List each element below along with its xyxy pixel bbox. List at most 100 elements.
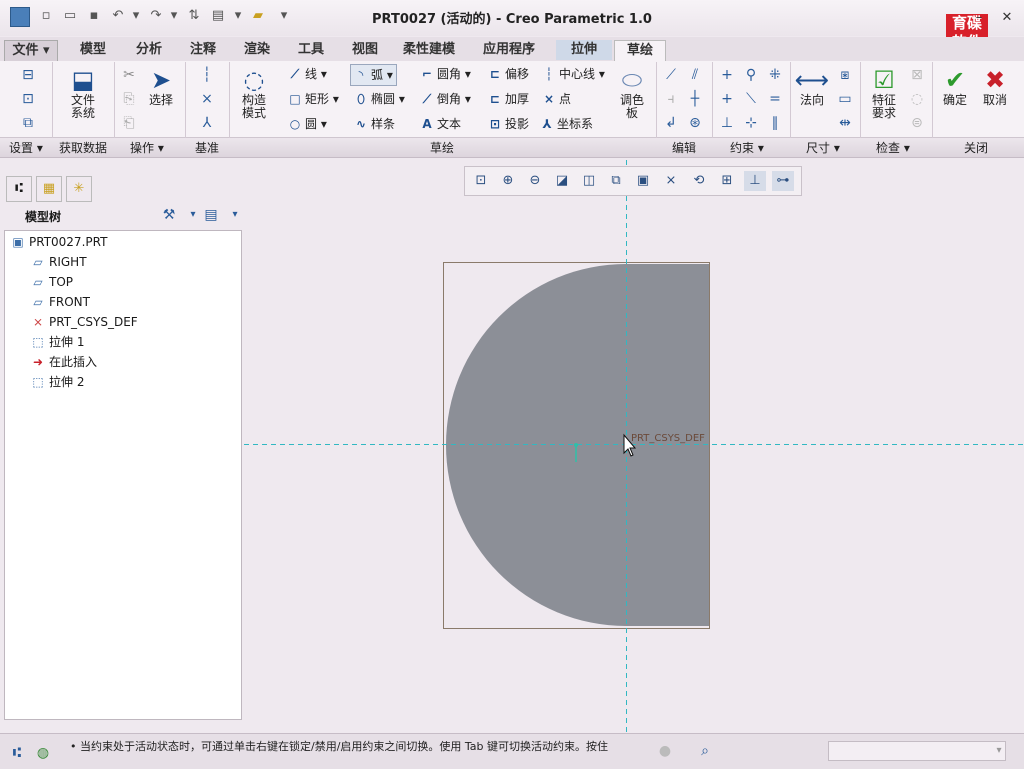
highlight-open-ends-icon[interactable]: ◌ — [908, 90, 926, 108]
paste-icon[interactable]: ⎗ — [120, 114, 138, 132]
tab-model[interactable]: 模型 — [64, 40, 122, 60]
graphics-area[interactable]: PRT_CSYS_DEF — [244, 160, 1024, 732]
circle-button[interactable]: ○ 圆 ▾ — [288, 114, 327, 134]
tab-render[interactable]: 渲染 — [230, 40, 284, 60]
corner-icon[interactable]: ┼ — [686, 90, 704, 108]
spline-button[interactable]: ∿ 样条 — [354, 114, 395, 134]
ok-button[interactable]: ✔ 确定 — [938, 66, 972, 107]
cut-icon[interactable]: ✂ — [120, 66, 138, 84]
mirror-icon[interactable]: ⫞ — [662, 90, 680, 108]
centerline-button[interactable]: ┆ 中心线 ▾ — [542, 64, 604, 84]
datum-display-icon[interactable]: ⨯ — [660, 171, 682, 191]
display-style-icon[interactable]: ◫ — [578, 171, 600, 191]
navigator-toggle-icon[interactable]: ⑆ — [8, 744, 26, 762]
group-operations[interactable]: 操作 ▾ — [130, 140, 164, 156]
zoom-in-icon[interactable]: ⊕ — [497, 171, 519, 191]
divide-icon[interactable]: ⫽ — [686, 66, 704, 84]
point-datum-icon[interactable]: × — [198, 90, 216, 108]
parallel-constraint-icon[interactable]: ∥ — [766, 114, 784, 132]
repaint-icon[interactable]: ◪ — [551, 171, 573, 191]
filter-dropdown-icon[interactable]: ▾ — [990, 742, 1008, 760]
centerline-datum-icon[interactable]: ┆ — [198, 66, 216, 84]
shade-closed-loops-icon[interactable]: ⊜ — [908, 114, 926, 132]
show-menu-dropdown-icon[interactable]: ▾ — [226, 206, 244, 224]
tree-item-csys[interactable]: ⨯ PRT_CSYS_DEF — [30, 312, 138, 332]
tree-item-top[interactable]: ▱ TOP — [30, 272, 73, 292]
model-tree-tab[interactable]: ⑆ — [6, 176, 32, 202]
tree-settings-dropdown-icon[interactable]: ▾ — [184, 206, 202, 224]
tree-item-part[interactable]: ▣ PRT0027.PRT — [10, 232, 107, 252]
find-icon[interactable]: ⌕ — [696, 742, 714, 760]
sketch-setup-icon[interactable]: ⊟ — [19, 66, 37, 84]
fillet-button[interactable]: ⌐ 圆角 ▾ — [420, 64, 471, 84]
group-setup[interactable]: 设置 ▾ — [9, 140, 43, 156]
group-dimension[interactable]: 尺寸 ▾ — [806, 140, 840, 156]
tab-annotate[interactable]: 注释 — [176, 40, 230, 60]
show-menu-icon[interactable]: ▤ — [202, 206, 220, 224]
perimeter-icon[interactable]: ⧆ — [836, 66, 854, 84]
tab-flexible-modeling[interactable]: 柔性建模 — [392, 40, 466, 60]
point-button[interactable]: × 点 — [542, 89, 571, 109]
zoom-out-icon[interactable]: ⊖ — [524, 171, 546, 191]
construct-mode-button[interactable]: ◌ 构造 模式 — [234, 66, 274, 120]
ellipse-button[interactable]: ⬯ 椭圆 ▾ — [354, 89, 405, 109]
tab-analysis[interactable]: 分析 — [122, 40, 176, 60]
normal-dimension-button[interactable]: ⟷ 法向 — [794, 66, 830, 107]
view-manager-icon[interactable]: ▣ — [632, 171, 654, 191]
project-button[interactable]: ⊡ 投影 — [488, 114, 529, 134]
midpoint-constraint-icon[interactable]: ⁜ — [766, 66, 784, 84]
line-button[interactable]: ⟋ 线 ▾ — [288, 64, 327, 84]
folder-browser-tab[interactable]: ▦ — [36, 176, 62, 202]
overlap-geometry-icon[interactable]: ⊠ — [908, 66, 926, 84]
tab-sketch[interactable]: 草绘 — [614, 40, 666, 61]
close-icon[interactable]: ✕ — [1000, 11, 1014, 25]
feature-requirements-button[interactable]: ☑ 特征 要求 — [864, 66, 904, 120]
arc-button[interactable]: ◝ 弧 ▾ — [350, 64, 397, 86]
coincident-constraint-icon[interactable]: ⟍ — [742, 90, 760, 108]
horizontal-constraint-icon[interactable]: + — [718, 90, 736, 108]
tree-item-insert-here[interactable]: ➜ 在此插入 — [30, 352, 97, 372]
reference-icon[interactable]: ⊡ — [19, 90, 37, 108]
sketch-display-icon[interactable]: ⊥ — [744, 171, 766, 191]
csys-button[interactable]: ⅄ 坐标系 — [540, 114, 593, 134]
tree-item-extrude-1[interactable]: ⬚ 拉伸 1 — [30, 332, 84, 352]
browser-toggle-icon[interactable]: ◍ — [34, 744, 52, 762]
equal-constraint-icon[interactable]: = — [766, 90, 784, 108]
tree-item-right[interactable]: ▱ RIGHT — [30, 252, 86, 272]
favorites-tab[interactable]: ✳ — [66, 176, 92, 202]
tangent-constraint-icon[interactable]: ⚲ — [742, 66, 760, 84]
file-system-button[interactable]: ⬓ 文件 系统 — [60, 66, 106, 120]
sketch-filter-icon[interactable]: ⊶ — [772, 171, 794, 191]
palette-button[interactable]: ⬭ 调色 板 — [614, 66, 650, 120]
annotation-display-icon[interactable]: ⊞ — [716, 171, 738, 191]
modify-icon[interactable]: ⟋ — [662, 66, 680, 84]
tab-applications[interactable]: 应用程序 — [470, 40, 548, 60]
sketch-view-icon[interactable]: ⧉ — [19, 114, 37, 132]
spin-center-icon[interactable]: ⟲ — [688, 171, 710, 191]
cancel-button[interactable]: ✖ 取消 — [978, 66, 1012, 107]
tab-file[interactable]: 文件 ▾ — [4, 40, 58, 62]
symmetric-constraint-icon[interactable]: ⊹ — [742, 114, 760, 132]
perpendicular-constraint-icon[interactable]: ⊥ — [718, 114, 736, 132]
group-constrain[interactable]: 约束 ▾ — [730, 140, 764, 156]
chamfer-button[interactable]: ⟋ 倒角 ▾ — [420, 89, 471, 109]
minimize-icon[interactable]: – — [972, 11, 986, 25]
text-button[interactable]: A 文本 — [420, 114, 461, 134]
tab-view[interactable]: 视图 — [338, 40, 392, 60]
csys-datum-icon[interactable]: ⅄ — [198, 114, 216, 132]
reference-dimension-icon[interactable]: ▭ — [836, 90, 854, 108]
tree-item-front[interactable]: ▱ FRONT — [30, 292, 90, 312]
rotate-resize-icon[interactable]: ⊛ — [686, 114, 704, 132]
offset-button[interactable]: ⊏ 偏移 — [488, 64, 529, 84]
thicken-button[interactable]: ⊏ 加厚 — [488, 89, 529, 109]
vertical-constraint-icon[interactable]: + — [718, 66, 736, 84]
group-inspect[interactable]: 检查 ▾ — [876, 140, 910, 156]
tree-item-extrude-2[interactable]: ⬚ 拉伸 2 — [30, 372, 84, 392]
selection-filter-dropdown[interactable] — [828, 741, 1006, 761]
tab-extrude[interactable]: 拉伸 — [556, 40, 612, 60]
tab-tools[interactable]: 工具 — [284, 40, 338, 60]
delete-segment-icon[interactable]: ↲ — [662, 114, 680, 132]
tree-settings-icon[interactable]: ⚒ — [160, 206, 178, 224]
copy-icon[interactable]: ⎘ — [120, 90, 138, 108]
select-button[interactable]: ➤ 选择 — [144, 66, 178, 107]
